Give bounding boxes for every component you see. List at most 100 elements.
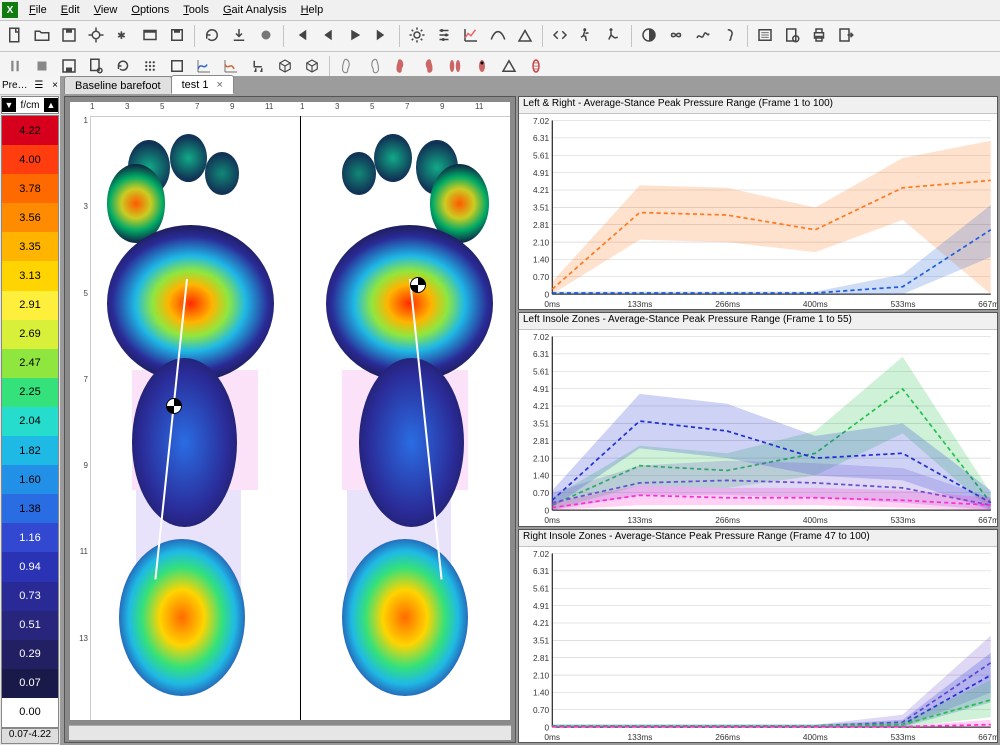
svg-text:4.21: 4.21 <box>533 401 549 411</box>
export-button[interactable] <box>833 23 859 49</box>
squiggle-button[interactable] <box>690 23 716 49</box>
list-button[interactable] <box>752 23 778 49</box>
separator <box>399 25 400 47</box>
menu-help[interactable]: Help <box>294 2 331 18</box>
reload-button[interactable] <box>199 23 225 49</box>
svg-text:2.81: 2.81 <box>533 220 549 230</box>
legend-swatch: 0.29 <box>2 640 58 669</box>
svg-text:133ms: 133ms <box>627 299 652 309</box>
save-button[interactable] <box>56 23 82 49</box>
tent-button[interactable] <box>512 23 538 49</box>
snap-button[interactable] <box>83 23 109 49</box>
chart-body[interactable]: 7.026.315.614.914.213.512.812.101.400.70… <box>519 330 997 525</box>
svg-text:0ms: 0ms <box>544 732 560 742</box>
foot-canvas[interactable]: 13579111357911 135791113 <box>69 101 511 721</box>
ruler-tick: 3 <box>70 202 90 288</box>
legend-swatch: 2.69 <box>2 320 58 349</box>
svg-text:3.51: 3.51 <box>533 635 549 645</box>
svg-text:667ms: 667ms <box>978 732 997 742</box>
legend-header[interactable]: ▼ f/cm ▲ <box>1 96 59 114</box>
gear-button[interactable] <box>404 23 430 49</box>
horizontal-scrollbar[interactable] <box>69 725 511 740</box>
card-button[interactable] <box>137 23 163 49</box>
panel-tab[interactable]: Pre… ☰ × <box>0 76 60 95</box>
menu-tools[interactable]: Tools <box>176 2 216 18</box>
chart-pane: Left Insole Zones - Average-Stance Peak … <box>518 312 998 526</box>
document-tab[interactable]: Baseline barefoot <box>64 76 172 94</box>
separator <box>747 25 748 47</box>
svg-text:1.40: 1.40 <box>533 471 549 481</box>
circle-half-icon <box>640 26 658 47</box>
code-icon <box>551 26 569 47</box>
skip-last-icon <box>373 26 391 47</box>
tab-label: test 1 <box>182 79 209 91</box>
panel-close-icon[interactable]: × <box>52 80 58 91</box>
target-grid-button[interactable]: ✱ <box>110 23 136 49</box>
tab-label: Baseline barefoot <box>75 80 161 92</box>
ear-icon <box>721 26 739 47</box>
cube-3d-icon <box>303 57 321 78</box>
chart-title: Left Insole Zones - Average-Stance Peak … <box>519 313 997 330</box>
code-button[interactable] <box>547 23 573 49</box>
legend-swatch: 4.00 <box>2 145 58 174</box>
pressure-blob <box>119 539 245 696</box>
menu-gait-analysis[interactable]: Gait Analysis <box>216 2 294 18</box>
menu-edit[interactable]: Edit <box>54 2 87 18</box>
foot-plot <box>90 116 510 720</box>
svg-text:4.21: 4.21 <box>533 185 549 195</box>
record-button[interactable] <box>253 23 279 49</box>
svg-text:0.70: 0.70 <box>533 705 549 715</box>
save-alt-icon <box>60 57 78 78</box>
target-grid-icon: ✱ <box>114 26 132 47</box>
svg-text:7.02: 7.02 <box>533 548 549 558</box>
legend-swatch: 0.51 <box>2 611 58 640</box>
infinity-button[interactable] <box>663 23 689 49</box>
circle-half-button[interactable] <box>636 23 662 49</box>
step-back-icon <box>319 26 337 47</box>
arrow-down-icon[interactable]: ▼ <box>2 98 16 112</box>
menu-options[interactable]: Options <box>124 2 176 18</box>
svg-text:0ms: 0ms <box>544 515 560 525</box>
panel-pin-icon[interactable]: ☰ <box>34 80 43 91</box>
foot-fill-r-icon <box>419 57 437 78</box>
chart-line-button[interactable] <box>458 23 484 49</box>
print-button[interactable] <box>806 23 832 49</box>
svg-text:6.31: 6.31 <box>533 349 549 359</box>
preview-button[interactable] <box>779 23 805 49</box>
foot-scan-icon <box>527 57 545 78</box>
chart-body[interactable]: 7.026.315.614.914.213.512.812.101.400.70… <box>519 114 997 309</box>
menu-file[interactable]: File <box>22 2 54 18</box>
download-button[interactable] <box>226 23 252 49</box>
grid-dots-icon <box>141 57 159 78</box>
left-foot <box>90 116 300 720</box>
run-button[interactable] <box>574 23 600 49</box>
seat-icon <box>249 57 267 78</box>
svg-text:3.51: 3.51 <box>533 202 549 212</box>
store-button[interactable] <box>164 23 190 49</box>
svg-text:533ms: 533ms <box>891 299 916 309</box>
pressure-blob <box>342 152 376 194</box>
new-icon <box>6 26 24 47</box>
skip-last-button[interactable] <box>369 23 395 49</box>
ear-button[interactable] <box>717 23 743 49</box>
open-button[interactable] <box>29 23 55 49</box>
adjust-button[interactable] <box>431 23 457 49</box>
curve-button[interactable] <box>485 23 511 49</box>
svg-text:4.21: 4.21 <box>533 618 549 628</box>
play-button[interactable] <box>342 23 368 49</box>
svg-text:0: 0 <box>545 506 550 516</box>
arrow-up-icon[interactable]: ▲ <box>44 98 58 112</box>
svg-text:3.51: 3.51 <box>533 419 549 429</box>
menu-view[interactable]: View <box>87 2 125 18</box>
skip-first-button[interactable] <box>288 23 314 49</box>
chart-title: Left & Right - Average-Stance Peak Press… <box>519 97 997 114</box>
chart-body[interactable]: 7.026.315.614.914.213.512.812.101.400.70… <box>519 547 997 742</box>
new-button[interactable] <box>2 23 28 49</box>
svg-text:2.10: 2.10 <box>533 670 549 680</box>
step-back-button[interactable] <box>315 23 341 49</box>
document-tab[interactable]: test 1 × <box>171 75 234 94</box>
tab-close-icon[interactable]: × <box>217 79 223 91</box>
kick-button[interactable] <box>601 23 627 49</box>
legend-swatch: 3.78 <box>2 174 58 203</box>
download-icon <box>230 26 248 47</box>
